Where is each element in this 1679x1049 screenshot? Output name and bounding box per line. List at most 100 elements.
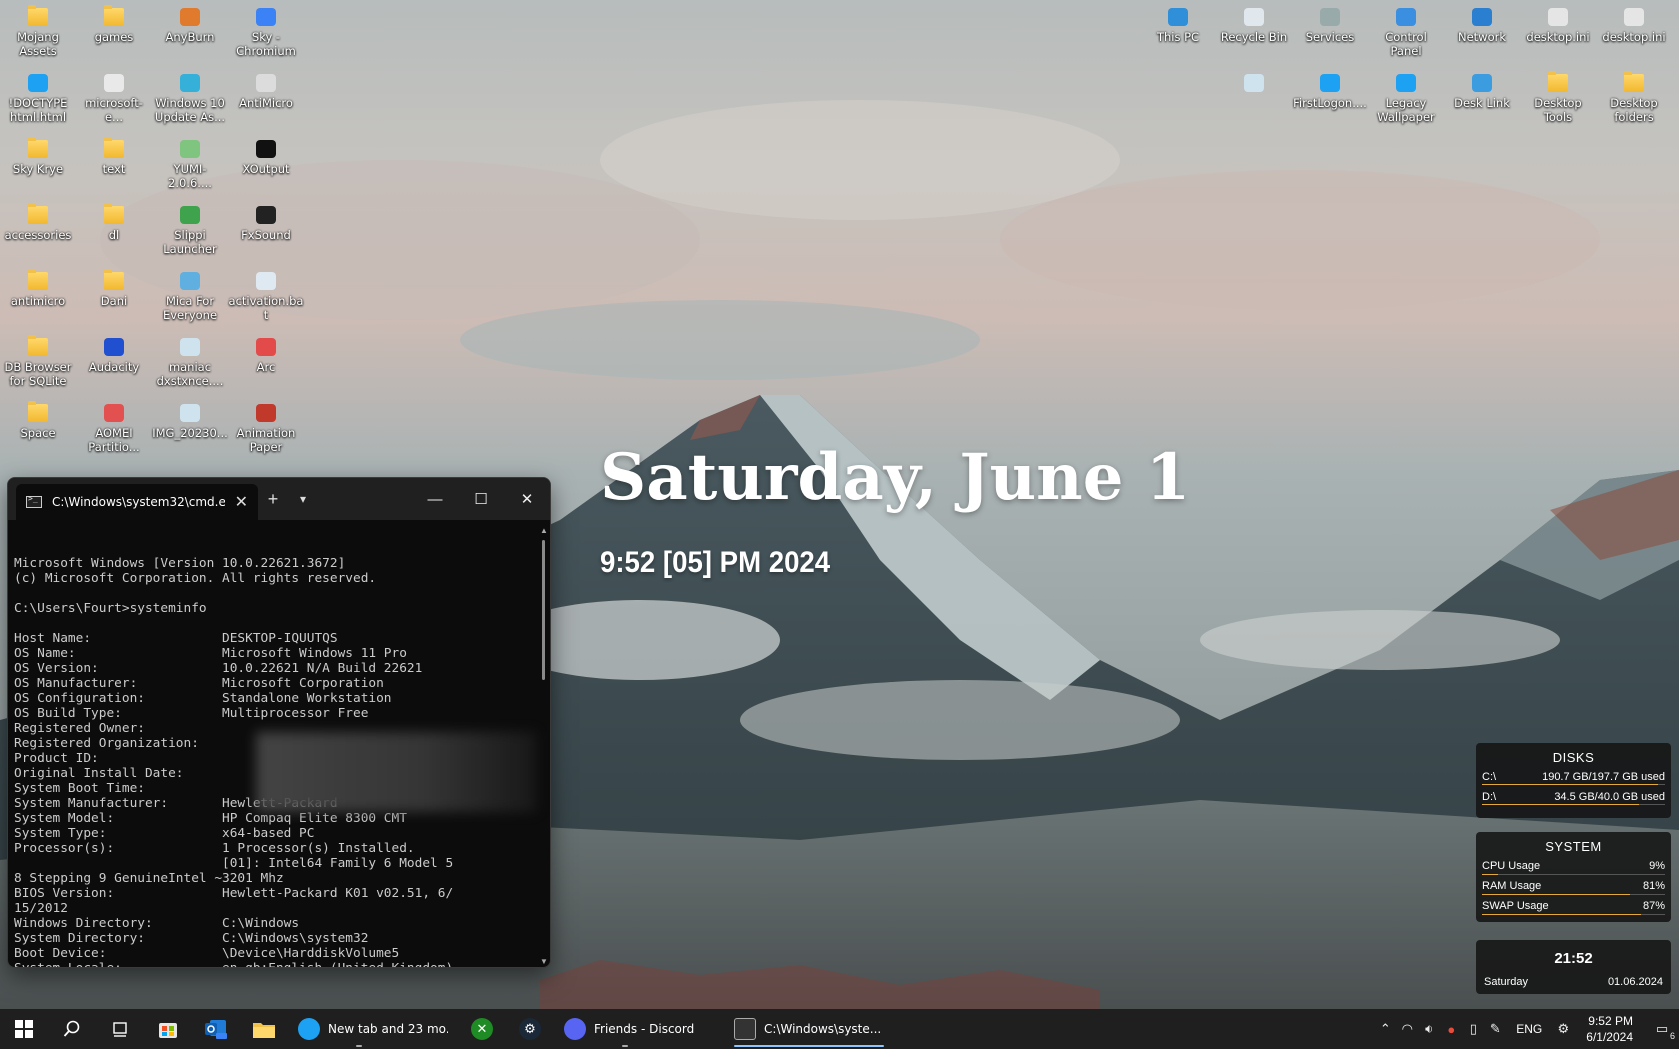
taskbar-clock[interactable]: 9:52 PM 6/1/2024 [1574,1013,1645,1045]
ini-file-icon [1548,8,1568,26]
folder-icon [1624,71,1644,92]
desktop-icon-22[interactable]: maniac dxstxnce.... [153,332,227,392]
close-tab-icon[interactable]: ✕ [235,492,248,512]
desktop-icon-6[interactable]: Windows 10 Update As... [153,68,227,128]
volume-icon[interactable]: 🔉︎ [1418,1021,1440,1037]
usb-drive-icon[interactable]: ▯ [1462,1021,1484,1037]
system-stat-row: SWAP Usage 87% [1482,896,1665,916]
terminal-scrollbar[interactable]: ▲ ▼ [540,526,548,966]
desktop-icon-15[interactable]: FxSound [229,200,303,260]
steam-button[interactable]: ⚙ [506,1009,554,1049]
desktop-icon-right-top-1[interactable]: Recycle Bin [1217,2,1291,62]
desktop-icon-right-bottom-5[interactable]: Desktop folders [1597,68,1671,128]
desktop-icon-right-top-5[interactable]: desktop.ini [1521,2,1595,62]
desktop-icon-21[interactable]: Audacity [77,332,151,392]
minimize-button[interactable]: — [412,491,458,508]
desktop-icon-4[interactable]: !DOCTYPE html.html [1,68,75,128]
usb-icon [180,140,200,158]
language-indicator[interactable]: ENG [1506,1022,1552,1036]
desktop-icon-right-bottom-3[interactable]: Desk Link [1445,68,1519,128]
desktop-icon-10[interactable]: YUMI-2.0.6.... [153,134,227,194]
desktop-icon-label: Network [1457,30,1507,44]
desktop-icon-right-top-0[interactable]: This PC [1141,2,1215,62]
desktop-icon-0[interactable]: Mojang Assets [1,2,75,62]
desktop-icon-7[interactable]: AntiMicro [229,68,303,128]
desktop-icon-8[interactable]: Sky Krye [1,134,75,194]
xbox-icon: ✕ [471,1018,493,1040]
terminal-line: 15/2012 [14,901,68,916]
desktop-icon-3[interactable]: Sky - Chromium [229,2,303,62]
gear-icon[interactable]: ⚙ [1552,1021,1574,1037]
desktop-icon-19[interactable]: activation.bat [229,266,303,326]
terminal-line: System Locale: en-gb;English (United Kin… [14,961,544,967]
desktop-icon-9[interactable]: text [77,134,151,194]
desktop-icon-label: games [94,30,134,44]
desktop-icon-right-top-4[interactable]: Network [1445,2,1519,62]
bat-file-icon [256,272,276,290]
desktop-icon-17[interactable]: Dani [77,266,151,326]
terminal-titlebar[interactable]: C:\Windows\system32\cmd.e: ✕ + ▾ — ☐ ✕ [8,478,550,520]
scrollbar-thumb[interactable] [542,540,545,680]
terminal-tab[interactable]: C:\Windows\system32\cmd.e: ✕ [16,484,258,520]
desktop-icon-18[interactable]: Mica For Everyone [153,266,227,326]
taskbar-app-0[interactable]: New tab and 23 mo... [288,1009,458,1049]
terminal-window[interactable]: C:\Windows\system32\cmd.e: ✕ + ▾ — ☐ ✕ M… [7,477,551,968]
desktop-icon-1[interactable]: games [77,2,151,62]
desktop-icon-25[interactable]: AOMEI Partitio... [77,398,151,458]
desktop-icon-20[interactable]: DB Browser for SQLite [1,332,75,392]
terminal-output[interactable]: Microsoft Windows [Version 10.0.22621.36… [8,520,550,967]
desktop-icon-11[interactable]: XOutput [229,134,303,194]
desktop-icon-right-bottom-2[interactable]: Legacy Wallpaper [1369,68,1443,128]
desktop-icon-27[interactable]: Animation Paper [229,398,303,458]
chevron-up-icon[interactable]: ⌃ [1374,1021,1396,1037]
wifi-icon[interactable]: ◠ [1396,1021,1418,1037]
system-stat-bar [1482,894,1631,895]
arc-icon [256,338,276,356]
desktop-icon-23[interactable]: Arc [229,332,303,392]
defender-icon[interactable]: ● [1440,1022,1462,1037]
desktop-icon-right-bottom-4[interactable]: Desktop Tools [1521,68,1595,128]
outlook-icon [205,1020,227,1039]
terminal-line: System Type: x64-based PC [14,826,315,841]
taskbar-app-1[interactable]: Friends - Discord [554,1009,724,1049]
system-stat-track [1482,874,1665,875]
desktop-icon-label: desktop.ini [1602,30,1666,44]
desktop-icon-5[interactable]: microsoft-e... [77,68,151,128]
desktop-icon-right-top-3[interactable]: Control Panel [1369,2,1443,62]
outlook-button[interactable] [192,1009,240,1049]
desktop-icon-label: activation.bat [228,294,304,322]
desktop-icon-right-top-2[interactable]: Services [1293,2,1367,62]
desktop-icon-14[interactable]: Slippi Launcher [153,200,227,260]
search-button[interactable] [48,1009,96,1049]
close-button[interactable]: ✕ [504,490,550,508]
desktop-icon-right-bottom-0[interactable] [1217,68,1291,128]
this-pc-icon [1168,8,1188,26]
taskbar-app-2[interactable]: C:\Windows\syste... [724,1009,894,1049]
pen-icon[interactable]: ✎ [1484,1021,1506,1037]
scroll-down-icon[interactable]: ▼ [540,957,548,966]
task-view-button[interactable] [96,1009,144,1049]
store-button[interactable] [144,1009,192,1049]
desktop-icon-16[interactable]: antimicro [1,266,75,326]
desktop-icon-right-bottom-1[interactable]: FirstLogon.... [1293,68,1367,128]
desktop-icon-12[interactable]: accessories [1,200,75,260]
disks-widget: DISKS C:\ 190.7 GB/197.7 GB used D:\ 34.5 G… [1476,743,1671,818]
file-explorer-button[interactable] [240,1009,288,1049]
desktop-icon-label: desktop.ini [1526,30,1590,44]
scroll-up-icon[interactable]: ▲ [540,526,548,535]
notification-button[interactable]: ▭ 6 [1645,1021,1679,1041]
desktop-icon-26[interactable]: IMG_20230... [152,398,228,458]
desktop-icon-24[interactable]: Space [1,398,75,458]
desktop-icon-2[interactable]: AnyBurn [153,2,227,62]
new-tab-button[interactable]: + [258,489,288,510]
terminal-line: Processor(s): 1 Processor(s) Installed. [14,841,415,856]
system-stat-row: CPU Usage 9% [1482,856,1665,876]
task-view-icon [113,1022,127,1037]
maximize-button[interactable]: ☐ [458,490,504,508]
desktop-icon-13[interactable]: dl [77,200,151,260]
desktop-icon-right-top-6[interactable]: desktop.ini [1597,2,1671,62]
chevron-down-icon[interactable]: ▾ [288,492,318,506]
start-button[interactable] [0,1009,48,1049]
terminal-line: OS Manufacturer: Microsoft Corporation [14,676,384,691]
xbox-button[interactable]: ✕ [458,1009,506,1049]
